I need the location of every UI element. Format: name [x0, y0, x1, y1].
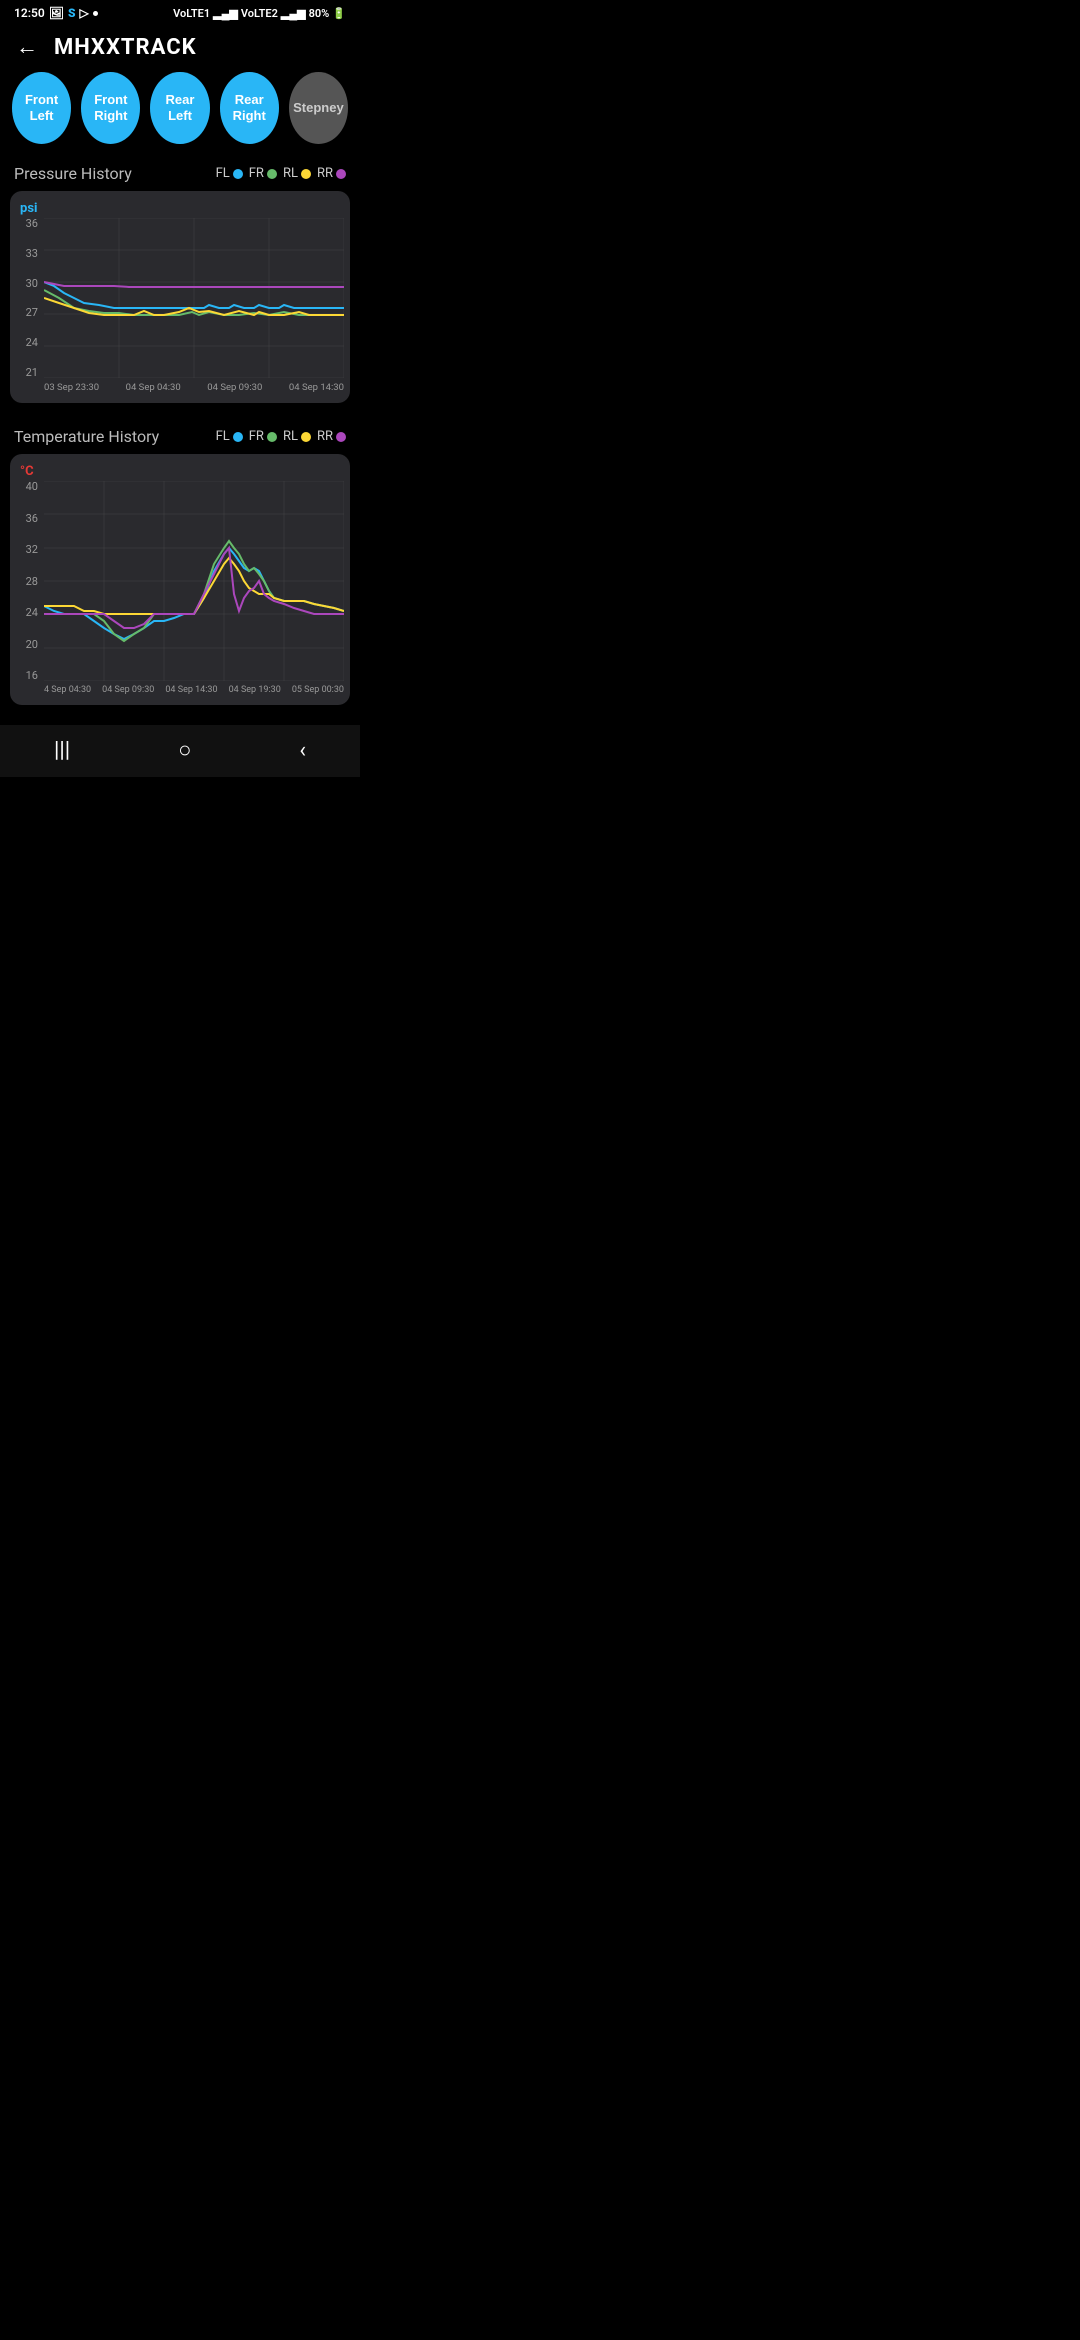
signal-bars2: ▂▄▆ — [281, 7, 306, 20]
legend-fl-label: FL — [216, 166, 230, 181]
tire-btn-rl[interactable]: RearLeft — [150, 72, 209, 144]
temp-y-axis: 40 36 32 28 24 20 16 — [10, 481, 44, 681]
legend-fr-label: FR — [249, 166, 264, 181]
temp-section-header: Temperature History FL FR RL RR — [0, 423, 360, 454]
pressure-title: Pressure History — [14, 164, 132, 183]
temp-svg — [44, 481, 344, 681]
temp-legend-rr: RR — [317, 429, 346, 444]
temp-chart-card: °C 40 36 32 28 24 20 16 — [10, 454, 350, 705]
status-time: 12:50 — [14, 6, 45, 20]
legend-rl-dot — [301, 169, 311, 179]
legend-rl: RL — [283, 166, 311, 181]
home-icon[interactable]: ○ — [178, 737, 191, 763]
page-title: MHXXTRACK — [54, 35, 197, 60]
signal-lte1: VoLTE1 — [173, 7, 210, 20]
pressure-svg — [44, 218, 344, 378]
temp-chart-inner: °C 40 36 32 28 24 20 16 — [10, 464, 344, 695]
tire-btn-stepney[interactable]: Stepney — [289, 72, 348, 144]
temp-legend-fr-label: FR — [249, 429, 264, 444]
recents-icon[interactable]: ||| — [54, 738, 70, 763]
legend-rr-label: RR — [317, 166, 333, 181]
app-header: ← MHXXTRACK — [0, 24, 360, 72]
legend-fl-dot — [233, 169, 243, 179]
temp-chart-area: 40 36 32 28 24 20 16 — [10, 481, 344, 681]
temp-x-axis: 4 Sep 04:30 04 Sep 09:30 04 Sep 14:30 04… — [10, 681, 344, 695]
temp-legend-rl-dot — [301, 432, 311, 442]
temp-legend-fr-dot — [267, 432, 277, 442]
signal-lte2: VoLTE2 — [241, 7, 278, 20]
pressure-chart-card: psi 36 33 30 27 24 21 — [10, 191, 350, 403]
tire-buttons-row: FrontLeft FrontRight RearLeft RearRight … — [0, 72, 360, 160]
play-icon: ▷ — [79, 6, 88, 20]
signal-bars1: ▂▄▆ — [213, 7, 238, 20]
pressure-y-label: psi — [10, 201, 344, 216]
tire-btn-fr[interactable]: FrontRight — [81, 72, 140, 144]
pressure-legend: FL FR RL RR — [216, 166, 346, 181]
pressure-section-header: Pressure History FL FR RL RR — [0, 160, 360, 191]
temp-y-label: °C — [10, 464, 344, 479]
temp-legend-rr-label: RR — [317, 429, 333, 444]
back-nav-icon[interactable]: ‹ — [299, 738, 306, 763]
status-bar: 12:50 🖼 S ▷ VoLTE1 ▂▄▆ VoLTE2 ▂▄▆ 80% 🔋 — [0, 0, 360, 24]
status-left: 12:50 🖼 S ▷ — [14, 6, 98, 20]
tire-btn-fl[interactable]: FrontLeft — [12, 72, 71, 144]
temp-legend: FL FR RL RR — [216, 429, 346, 444]
tire-btn-rr[interactable]: RearRight — [220, 72, 279, 144]
pressure-svg-wrap — [44, 218, 344, 378]
pressure-chart-area: 36 33 30 27 24 21 — [10, 218, 344, 378]
temp-svg-wrap — [44, 481, 344, 681]
legend-rl-label: RL — [283, 166, 298, 181]
temp-legend-fl: FL — [216, 429, 243, 444]
temp-legend-fl-label: FL — [216, 429, 230, 444]
s-icon: S — [68, 6, 76, 20]
legend-rr: RR — [317, 166, 346, 181]
battery-pct: 80% — [309, 7, 330, 20]
temp-legend-rl-label: RL — [283, 429, 298, 444]
legend-fl: FL — [216, 166, 243, 181]
legend-fr: FR — [249, 166, 277, 181]
temp-legend-rl: RL — [283, 429, 311, 444]
camera-icon: 🖼 — [49, 6, 64, 20]
pressure-x-axis: 03 Sep 23:30 04 Sep 04:30 04 Sep 09:30 0… — [10, 378, 344, 393]
bottom-nav: ||| ○ ‹ — [0, 725, 360, 777]
status-right: VoLTE1 ▂▄▆ VoLTE2 ▂▄▆ 80% 🔋 — [173, 7, 346, 20]
pressure-chart-inner: psi 36 33 30 27 24 21 — [10, 201, 344, 393]
temp-legend-fl-dot — [233, 432, 243, 442]
legend-rr-dot — [336, 169, 346, 179]
back-button[interactable]: ← — [16, 34, 38, 60]
pressure-y-axis: 36 33 30 27 24 21 — [10, 218, 44, 378]
temp-legend-fr: FR — [249, 429, 277, 444]
dot-icon — [93, 11, 98, 16]
temp-title: Temperature History — [14, 427, 159, 446]
temp-legend-rr-dot — [336, 432, 346, 442]
battery-icon: 🔋 — [332, 7, 346, 20]
legend-fr-dot — [267, 169, 277, 179]
